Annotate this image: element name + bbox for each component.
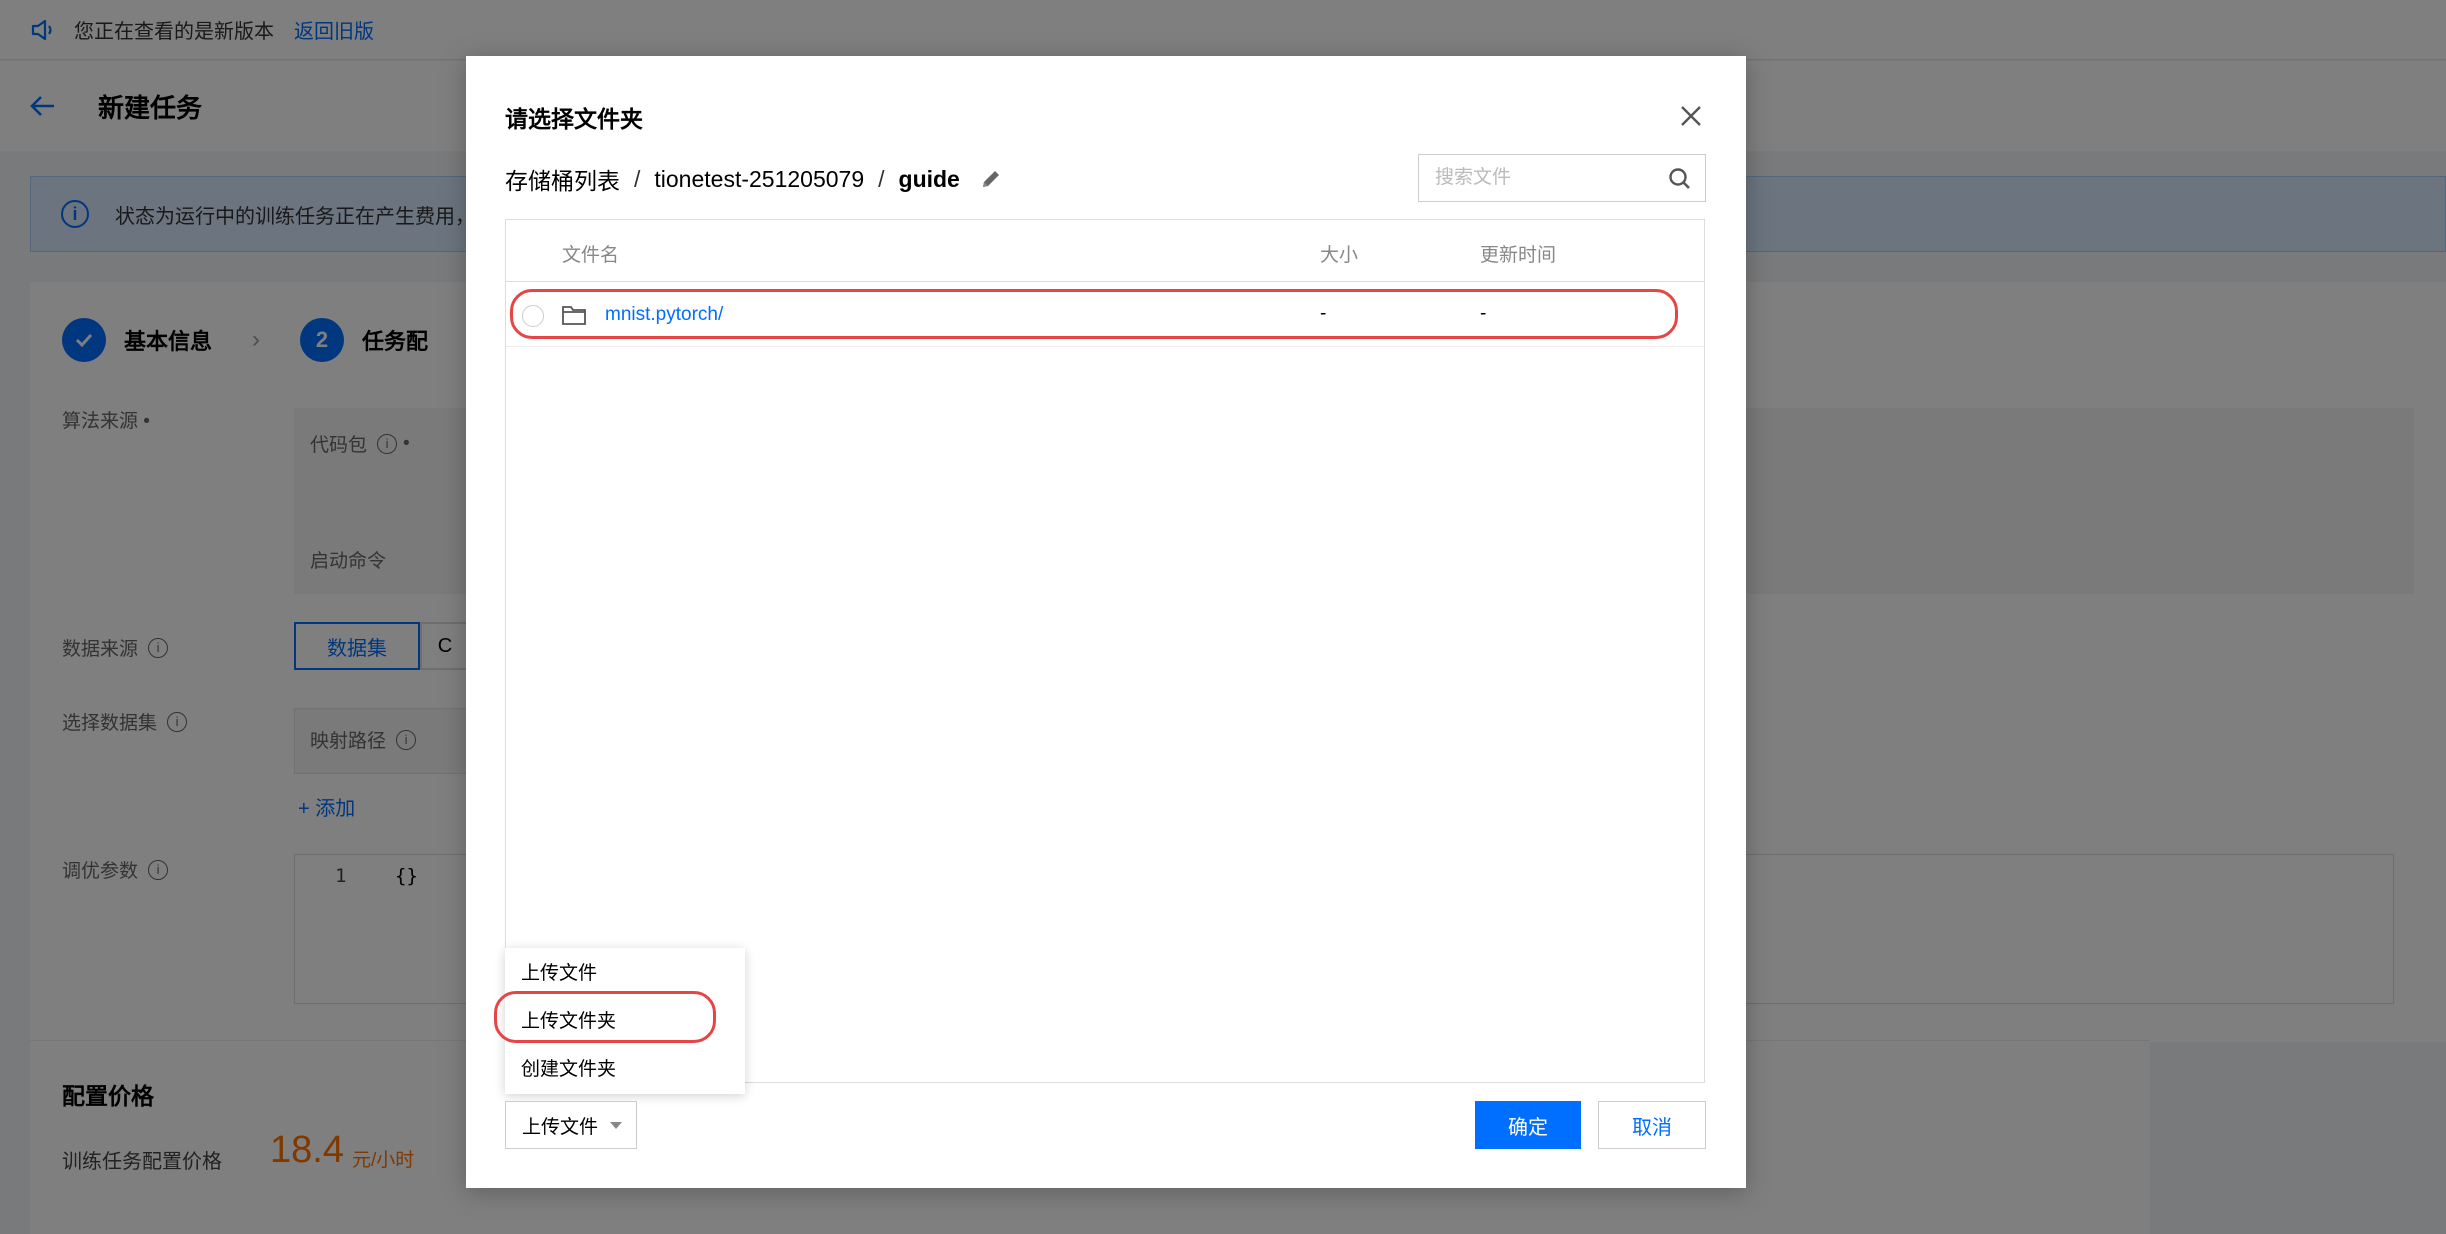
upload-button-label: 上传文件 <box>522 1116 599 1138</box>
cancel-button[interactable]: 取消 <box>1598 1101 1706 1149</box>
close-icon[interactable] <box>1677 102 1705 130</box>
folder-icon <box>562 306 586 325</box>
upload-dropdown-menu: 上传文件 上传文件夹 创建文件夹 <box>505 948 745 1094</box>
table-header: 文件名 大小 更新时间 <box>506 220 1704 282</box>
folder-name-link[interactable]: mnist.pytorch/ <box>605 304 723 326</box>
column-size: 大小 <box>1320 245 1359 266</box>
breadcrumb-bucket-list[interactable]: 存储桶列表 <box>505 162 620 196</box>
breadcrumb-separator: / <box>634 165 641 192</box>
upload-dropdown-button[interactable]: 上传文件 <box>505 1101 637 1149</box>
caret-down-icon <box>610 1122 622 1129</box>
menu-item-upload-folder[interactable]: 上传文件夹 <box>505 996 745 1042</box>
column-time: 更新时间 <box>1480 245 1557 266</box>
confirm-button[interactable]: 确定 <box>1475 1101 1581 1149</box>
search-icon[interactable] <box>1667 166 1693 192</box>
dialog-title: 请选择文件夹 <box>505 106 643 132</box>
row-size: - <box>1320 303 1327 324</box>
row-time: - <box>1480 303 1487 324</box>
menu-item-create-folder[interactable]: 创建文件夹 <box>505 1044 745 1090</box>
menu-item-upload-file[interactable]: 上传文件 <box>505 948 745 994</box>
breadcrumb-current-folder: guide <box>898 165 960 192</box>
select-folder-dialog: 请选择文件夹 存储桶列表 / tionetest-251205079 / gui… <box>466 56 1746 1188</box>
breadcrumb-bucket[interactable]: tionetest-251205079 <box>654 166 864 193</box>
breadcrumb: 存储桶列表 / tionetest-251205079 / guide <box>505 162 1002 196</box>
search-input[interactable] <box>1435 167 1665 189</box>
breadcrumb-separator: / <box>878 165 885 192</box>
row-radio[interactable] <box>522 305 544 327</box>
column-name: 文件名 <box>562 245 620 266</box>
edit-pencil-icon[interactable] <box>980 168 1002 190</box>
table-row[interactable]: mnist.pytorch/ - - <box>506 283 1704 347</box>
search-box <box>1418 154 1706 202</box>
